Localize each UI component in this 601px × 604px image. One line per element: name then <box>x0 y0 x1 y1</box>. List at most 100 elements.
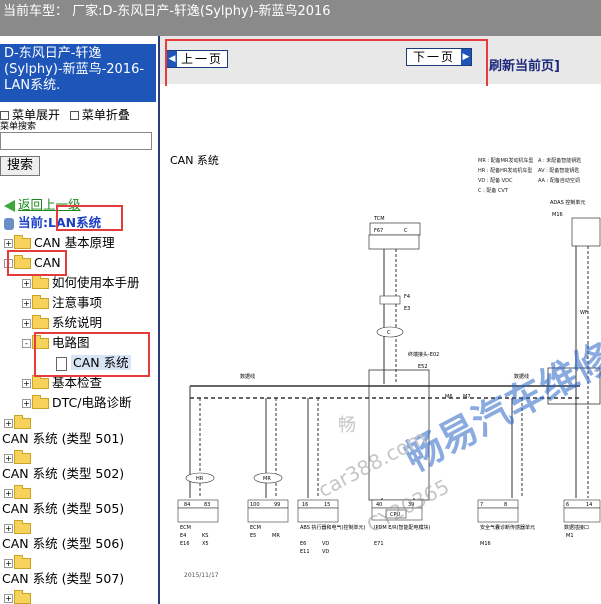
expand-toggle-icon[interactable]: + <box>22 279 31 288</box>
expand-toggle-icon[interactable]: + <box>4 559 13 568</box>
menu-expand-link[interactable]: 菜单展开 <box>12 108 60 122</box>
e5-label: E5 <box>250 533 256 539</box>
legend-text: VD : 配备 VDC <box>478 177 513 184</box>
tree-item-label: 如何使用本手册 <box>52 275 140 290</box>
legend-text: A : 未配备智能钥匙 <box>538 157 581 164</box>
pin-label: 6 <box>566 502 569 508</box>
tree-item-system-desc[interactable]: + 系统说明 <box>22 314 102 332</box>
folder-icon <box>14 235 31 249</box>
expand-toggle-icon[interactable]: + <box>22 379 31 388</box>
adas-label: ADAS 控制单元 <box>550 199 585 206</box>
ecm-label: ECM <box>250 525 261 531</box>
e3-label: E3 <box>404 306 410 312</box>
tree-item-label: CAN 系统 (类型 505) <box>2 501 125 516</box>
m6-label: M6 <box>445 394 453 400</box>
legend-text: HR : 配备HR发动机车型 <box>478 167 532 174</box>
refresh-page-link[interactable]: 刷新当前页] <box>489 55 560 74</box>
pin-label: 14 <box>586 502 592 508</box>
sidebar: D-东风日产-轩逸(Sylphy)-新蓝鸟-2016- LAN系统. 菜单展开 … <box>0 36 160 604</box>
ks-label: KS <box>202 533 208 539</box>
e16-label: E16 <box>180 541 190 547</box>
tree-item-label: 注意事项 <box>52 295 103 310</box>
e4-label: E4 <box>180 533 186 539</box>
wiring-diagram-area: CAN 系统 MR : 配备MR发动机车型 HR : 配备HR发动机车型 VD … <box>160 86 601 604</box>
legend-text: AV : 配备智能钥匙 <box>538 167 579 174</box>
watermark: 畅易汽车维修平 car388.com CY20365 畅 <box>314 317 601 538</box>
search-button[interactable]: 搜索 <box>0 156 40 176</box>
expand-toggle-icon[interactable]: + <box>22 319 31 328</box>
search-input[interactable] <box>0 132 152 150</box>
adas-module <box>571 217 601 247</box>
tree-item-can-501[interactable]: CAN 系统 (类型 501) <box>2 430 124 448</box>
tree-item-can-502[interactable]: CAN 系统 (类型 502) <box>2 465 124 483</box>
checkbox-icon[interactable] <box>0 111 9 120</box>
tree-item-label: DTC/电路诊断 <box>52 395 132 410</box>
folder-icon <box>32 315 49 329</box>
tcm-module <box>368 234 420 250</box>
hr-label: HR <box>196 476 204 482</box>
folder-icon <box>32 275 49 289</box>
pin-label: 7 <box>480 502 483 508</box>
expand-toggle-icon[interactable]: + <box>4 489 13 498</box>
legend-text: C : 配备 CVT <box>478 187 509 194</box>
vd2-label: VD <box>322 549 329 555</box>
folder-icon <box>14 555 31 569</box>
tree-item-can-506[interactable]: CAN 系统 (类型 506) <box>2 535 124 553</box>
folder-icon <box>14 450 31 464</box>
tcm-label: TCM <box>373 216 385 222</box>
pin-label: 84 <box>184 502 190 508</box>
expand-toggle-icon[interactable]: + <box>4 454 13 463</box>
menu-collapse-link[interactable]: 菜单折叠 <box>82 108 130 122</box>
f4-label: F4 <box>404 294 410 300</box>
data-line-label: 数据线 <box>240 373 255 380</box>
tree-item-precautions[interactable]: + 注意事项 <box>22 294 102 312</box>
tree-folder-row[interactable]: + <box>4 589 34 604</box>
collapse-toggle-icon[interactable]: - <box>22 339 31 348</box>
database-icon <box>4 217 14 230</box>
m16-label: M16 <box>552 212 563 218</box>
e02-label: 终端接头-E02 <box>408 351 439 358</box>
highlight-box <box>165 39 488 90</box>
e11-label: E11 <box>300 549 310 555</box>
m7-label: M7 <box>463 394 471 400</box>
tree-item-can-505[interactable]: CAN 系统 (类型 505) <box>2 500 124 518</box>
tree-item-manual-usage[interactable]: + 如何使用本手册 <box>22 274 140 292</box>
tree-item-can-507[interactable]: CAN 系统 (类型 507) <box>2 570 124 588</box>
e52-label: E52 <box>418 364 428 370</box>
expand-toggle-icon[interactable]: + <box>4 419 13 428</box>
folder-icon <box>14 485 31 499</box>
checkbox-icon[interactable] <box>69 111 79 120</box>
highlight-box <box>34 332 150 377</box>
highlight-box <box>56 205 123 231</box>
pin-label: 15 <box>324 502 330 508</box>
airbag-label: 安全气囊诊断传感器单元 <box>480 524 535 531</box>
folder-icon <box>32 295 49 309</box>
abs-label: ABS 执行器和电气(控制单元) <box>300 524 365 531</box>
wf-label: WF <box>580 310 588 316</box>
pin-label: 83 <box>204 502 210 508</box>
car-model-header: D-东风日产-轩逸(Sylphy)-新蓝鸟-2016- LAN系统. <box>0 44 156 102</box>
tree-item-label: CAN 系统 (类型 502) <box>2 466 125 481</box>
dlc-label: 数据插接口 <box>564 524 589 531</box>
pin-label: 8 <box>504 502 507 508</box>
tree-item-label: CAN 系统 (类型 501) <box>2 431 125 446</box>
pin-label: 99 <box>274 502 280 508</box>
m1-label: M1 <box>566 533 574 539</box>
expand-toggle-icon[interactable]: + <box>4 594 13 603</box>
tree-item-label: 系统说明 <box>52 315 103 330</box>
search-label: 菜单搜索 <box>0 122 37 132</box>
pin-label: 100 <box>250 502 260 508</box>
expand-toggle-icon[interactable]: + <box>22 299 31 308</box>
expand-toggle-icon[interactable]: + <box>22 399 31 408</box>
tree-item-dtc-diagnosis[interactable]: + DTC/电路诊断 <box>22 394 131 412</box>
e6-label: E6 <box>300 541 306 547</box>
back-arrow-icon <box>4 199 15 212</box>
tree-item-label: CAN 系统 (类型 507) <box>2 571 125 586</box>
pin-label: 16 <box>302 502 308 508</box>
mr-tag-label: MR <box>272 533 280 539</box>
expand-toggle-icon[interactable]: + <box>4 524 13 533</box>
expand-toggle-icon[interactable]: + <box>4 239 13 248</box>
window-title: 当前车型： 厂家:D-东风日产-轩逸(Sylphy)-新蓝鸟2016 <box>0 0 601 36</box>
wiring-diagram: MR : 配备MR发动机车型 HR : 配备HR发动机车型 VD : 配备 VD… <box>177 157 601 555</box>
x5-label: X5 <box>202 541 209 547</box>
